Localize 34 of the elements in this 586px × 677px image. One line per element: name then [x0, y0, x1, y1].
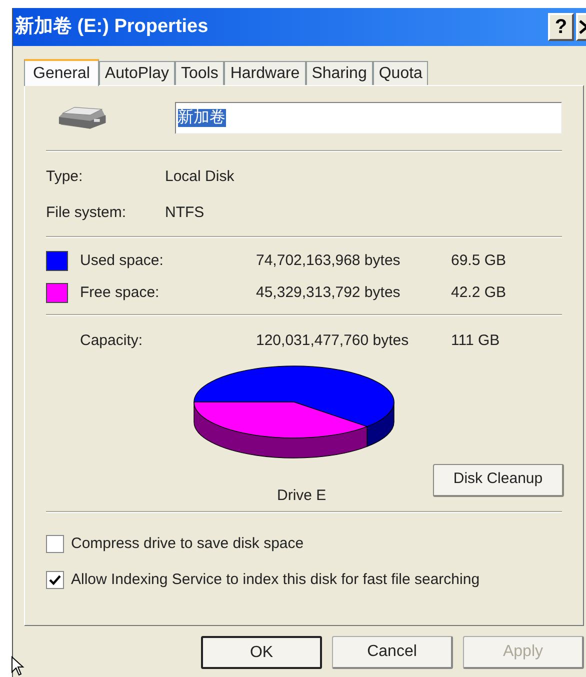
- help-button[interactable]: ?: [548, 13, 574, 41]
- capacity-size: 111 GB: [451, 331, 500, 351]
- checkbox-label: Compress drive to save disk space: [71, 534, 304, 554]
- window-title: 新加卷 (E:) Properties: [15, 14, 210, 39]
- space-bytes: 45,329,313,792 bytes: [256, 282, 402, 303]
- dialog-button[interactable]: Cancel: [332, 636, 453, 669]
- field-value: Local Disk: [165, 167, 234, 187]
- checkbox-label: Allow Indexing Service to index this disk for fast file searching: [71, 570, 480, 590]
- tab[interactable]: Tools: [174, 61, 224, 85]
- hard-drive-icon: [57, 105, 108, 131]
- space-size: 42.2 GB: [451, 282, 506, 303]
- space-size: 69.5 GB: [451, 250, 506, 271]
- mouse-pointer-icon: [11, 656, 25, 676]
- drive-label: Drive E: [277, 486, 326, 506]
- tab[interactable]: General: [24, 59, 99, 86]
- capacity-bytes: 120,031,477,760 bytes: [256, 331, 410, 351]
- tab[interactable]: Hardware: [224, 61, 306, 85]
- field-label: File system:: [46, 202, 128, 222]
- space-label: Used space:: [80, 250, 164, 271]
- checkbox[interactable]: [46, 534, 64, 553]
- drive-name-text: 新加卷: [178, 109, 226, 127]
- field-label: Type:: [46, 167, 84, 187]
- capacity-label: Capacity:: [80, 331, 144, 351]
- tab[interactable]: Quota: [372, 61, 428, 85]
- check-icon: [49, 574, 61, 586]
- tab[interactable]: Sharing: [306, 61, 373, 85]
- checkbox[interactable]: [46, 571, 64, 590]
- drive-name-field[interactable]: 新加卷: [174, 102, 562, 134]
- space-bytes: 74,702,163,968 bytes: [256, 250, 402, 271]
- disk-cleanup-button[interactable]: Disk Cleanup: [433, 464, 564, 496]
- tab[interactable]: AutoPlay: [98, 61, 175, 85]
- dialog-button[interactable]: OK: [201, 636, 322, 669]
- space-label: Free space:: [80, 282, 160, 303]
- field-value: NTFS: [165, 202, 204, 222]
